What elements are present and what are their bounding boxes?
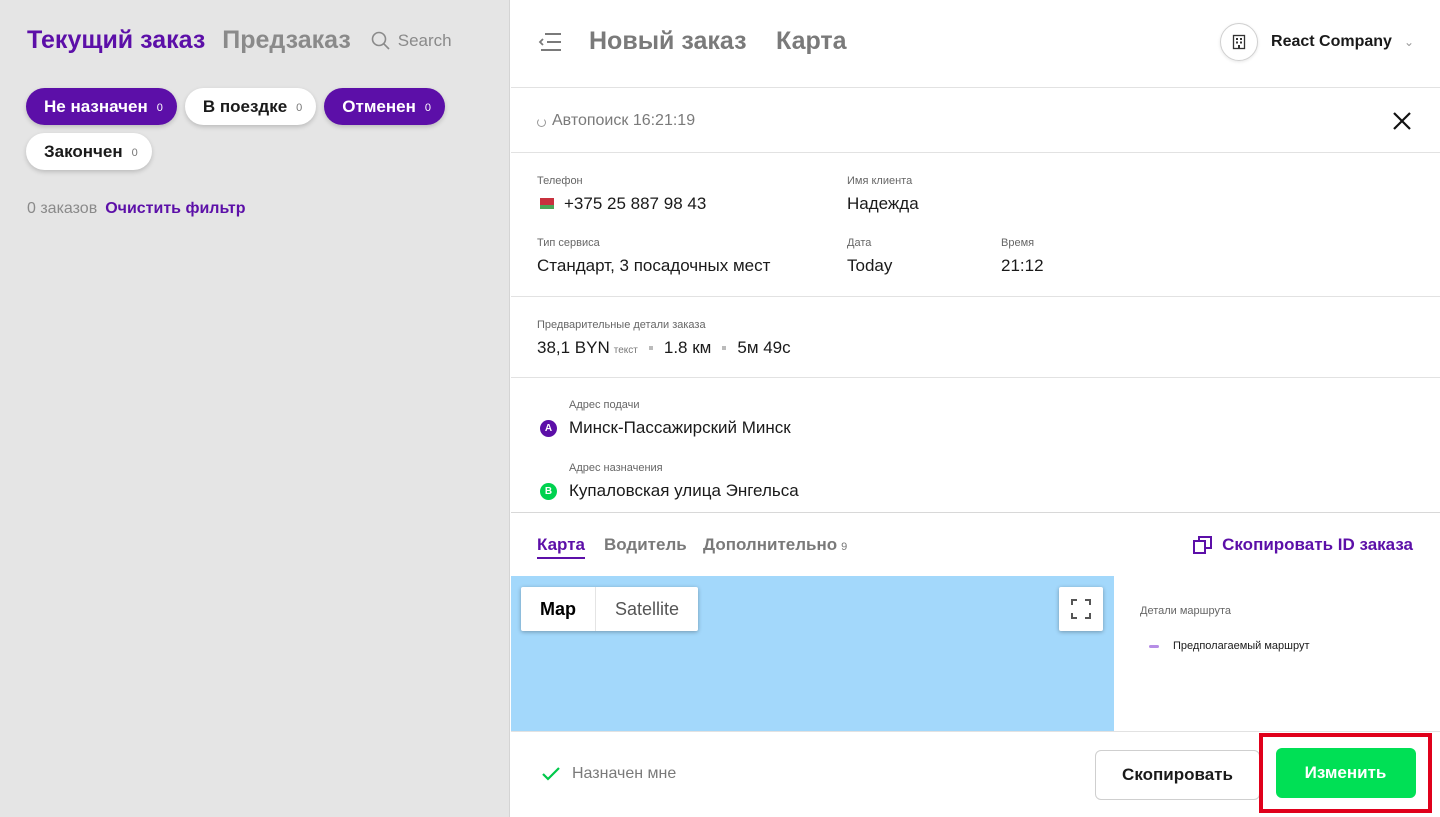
company-selector[interactable]: React Company ⌄	[1220, 23, 1414, 61]
client-info-section: Телефон +375 25 887 98 43 Имя клиента На…	[511, 153, 1440, 297]
time-label: Время	[1001, 237, 1035, 249]
client-name-value: Надежда	[847, 194, 919, 213]
tab-extra-count: 9	[841, 541, 848, 553]
spinner-icon	[537, 118, 546, 127]
chevron-down-icon: ⌄	[1403, 35, 1414, 49]
destination-marker-icon: B	[540, 483, 557, 500]
copy-order-id-label: Скопировать ID заказа	[1222, 535, 1413, 554]
tab-preorder[interactable]: Предзаказ	[222, 26, 350, 55]
preview-details-label: Предварительные детали заказа	[537, 319, 706, 331]
checkmark-icon	[542, 767, 560, 781]
copy-order-button[interactable]: Скопировать	[1095, 750, 1260, 800]
phone-number: +375 25 887 98 43	[564, 194, 707, 213]
route-details-panel: Детали маршрута Предполагаемый маршрут	[1114, 576, 1440, 731]
chip-count: 0	[424, 102, 431, 114]
search-button[interactable]: Search	[371, 31, 452, 51]
chip-count: 0	[131, 147, 138, 159]
orders-summary: 0 заказов Очистить фильтр	[27, 200, 246, 218]
chip-count: 0	[156, 102, 163, 114]
date-label: Дата	[847, 237, 872, 249]
price-value: 38,1 BYN	[537, 338, 610, 357]
tab-driver[interactable]: Водитель	[604, 535, 687, 555]
chip-cancelled[interactable]: Отменен 0	[324, 88, 445, 125]
copy-order-id-button[interactable]: Скопировать ID заказа	[1192, 534, 1413, 556]
date-value: Today	[847, 256, 893, 275]
building-icon	[1232, 34, 1246, 50]
chip-finished[interactable]: Закончен 0	[26, 133, 152, 170]
tab-extra-label: Дополнительно	[703, 535, 838, 554]
route-details-title: Детали маршрута	[1140, 605, 1232, 617]
duration-value: 5м 49с	[737, 338, 791, 357]
route-legend-label: Предполагаемый маршрут	[1173, 640, 1310, 652]
chip-in-trip[interactable]: В поездке 0	[184, 88, 317, 125]
preview-details-row: 38,1 BYN текст 1.8 км 5м 49с	[537, 338, 791, 358]
map-type-satellite-button[interactable]: Satellite	[596, 587, 698, 631]
company-name: React Company	[1271, 33, 1392, 50]
map-type-map-button[interactable]: Map	[521, 587, 596, 631]
pickup-label: Адрес подачи	[569, 399, 640, 411]
chip-label: Закончен	[44, 141, 123, 161]
assigned-status: Назначен мне	[541, 765, 676, 783]
map-view[interactable]: Map Satellite	[511, 576, 1114, 731]
edit-button-highlight: Изменить	[1259, 733, 1432, 813]
page-header: Новый заказ Карта React Company ⌄	[511, 0, 1440, 88]
search-label: Search	[397, 30, 452, 50]
service-type-value: Стандарт, 3 посадочных мест	[537, 256, 771, 275]
belarus-flag-icon	[537, 197, 554, 209]
destination-label: Адрес назначения	[569, 462, 663, 474]
search-icon	[371, 31, 390, 50]
clear-filter-link[interactable]: Очистить фильтр	[105, 200, 245, 218]
fullscreen-button[interactable]	[1059, 587, 1103, 631]
orders-count: 0 заказов	[27, 200, 98, 217]
phone-value: +375 25 887 98 43	[537, 194, 706, 214]
chip-label: В поездке	[202, 96, 288, 116]
collapse-menu-icon[interactable]	[538, 31, 562, 53]
phone-label: Телефон	[537, 175, 583, 187]
assigned-label: Назначен мне	[572, 765, 677, 782]
distance-value: 1.8 км	[663, 338, 712, 357]
pickup-address: Минск-Пассажирский Минск	[569, 418, 791, 437]
route-legend-swatch	[1149, 644, 1159, 648]
close-icon[interactable]	[1392, 111, 1412, 131]
separator-dot	[722, 346, 727, 350]
fullscreen-icon	[1071, 599, 1091, 619]
price-note: текст	[613, 345, 638, 356]
status-filter-chips: Не назначен 0 В поездке 0 Отменен 0 Зако…	[26, 88, 466, 170]
destination-address: Купаловская улица Энгельса	[569, 481, 799, 500]
address-section: Адрес подачи A Минск-Пассажирский Минск …	[511, 378, 1440, 513]
chip-label: Не назначен	[44, 96, 148, 116]
order-detail-panel: Новый заказ Карта React Company ⌄ Автопо…	[511, 0, 1440, 817]
time-value: 21:12	[1001, 256, 1044, 275]
service-type-label: Тип сервиса	[537, 237, 600, 249]
detail-tabs: Карта Водитель Дополнительно 9 Скопироват…	[511, 514, 1440, 576]
tab-current-order[interactable]: Текущий заказ	[27, 26, 205, 55]
chip-label: Отменен	[342, 96, 416, 116]
separator-dot	[648, 346, 653, 350]
pickup-marker-icon: A	[540, 420, 557, 437]
edit-order-button[interactable]: Изменить	[1275, 748, 1416, 798]
chip-not-assigned[interactable]: Не назначен 0	[26, 88, 177, 125]
chip-count: 0	[296, 102, 303, 114]
order-preview-section: Предварительные детали заказа 38,1 BYN т…	[511, 297, 1440, 378]
order-tabs: Текущий заказ Предзаказ Search	[27, 26, 452, 55]
order-list-panel: Текущий заказ Предзаказ Search Не назнач…	[0, 0, 510, 817]
autosearch-text: Автопоиск 16:21:19	[552, 112, 696, 129]
action-footer: Назначен мне Скопировать Изменить	[511, 731, 1440, 817]
route-legend: Предполагаемый маршрут	[1149, 640, 1310, 652]
copy-icon	[1193, 536, 1213, 554]
map-type-toggle: Map Satellite	[521, 587, 699, 631]
autosearch-status: Автопоиск 16:21:19	[537, 112, 695, 130]
client-name-label: Имя клиента	[847, 175, 913, 187]
autosearch-bar: Автопоиск 16:21:19	[511, 89, 1440, 153]
page-title: Новый заказ	[589, 27, 747, 55]
tab-map[interactable]: Карта	[537, 535, 585, 559]
tab-extra[interactable]: Дополнительно 9	[703, 535, 847, 555]
map-header-link[interactable]: Карта	[776, 27, 847, 56]
company-avatar	[1220, 23, 1259, 61]
